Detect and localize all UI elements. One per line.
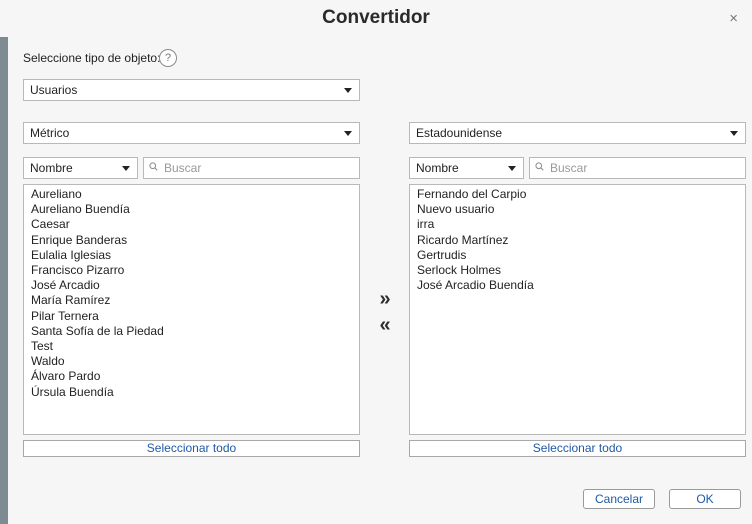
left-filter-field-select[interactable]: Nombre [23,157,138,179]
list-item[interactable]: Pilar Ternera [31,309,359,324]
list-item[interactable]: Úrsula Buendía [31,385,359,400]
chevron-down-icon [730,131,738,136]
right-filter-field-select[interactable]: Nombre [409,157,524,179]
chevron-down-icon [508,166,516,171]
object-type-select[interactable]: Usuarios [23,79,360,101]
left-unit-system-select[interactable]: Métrico [23,122,360,144]
move-left-button[interactable]: « [375,315,395,336]
list-item[interactable]: Fernando del Carpio [417,187,745,202]
help-icon[interactable]: ? [159,49,177,67]
title-bar: Convertidor × [0,0,752,37]
list-item[interactable]: Eulalia Iglesias [31,248,359,263]
list-item[interactable]: José Arcadio [31,278,359,293]
converter-dialog: Convertidor × Seleccione tipo de objeto:… [0,0,752,524]
left-search-input[interactable] [164,160,353,176]
left-user-list[interactable]: Aureliano Aureliano Buendía Caesar Enriq… [23,184,360,435]
ok-button[interactable]: OK [669,489,741,509]
list-item[interactable]: irra [417,217,745,232]
cancel-button[interactable]: Cancelar [583,489,655,509]
list-item[interactable]: Aureliano Buendía [31,202,359,217]
list-item[interactable]: Gertrudis [417,248,745,263]
right-select-all-button[interactable]: Seleccionar todo [409,440,746,457]
right-unit-system-select[interactable]: Estadounidense [409,122,746,144]
left-search-box[interactable] [143,157,360,179]
list-item[interactable]: Enrique Banderas [31,233,359,248]
left-filter-field-value: Nombre [30,161,73,175]
right-user-list[interactable]: Fernando del Carpio Nuevo usuario irra R… [409,184,746,435]
list-item[interactable]: Francisco Pizarro [31,263,359,278]
search-icon [535,162,544,171]
right-unit-system-value: Estadounidense [416,126,503,140]
object-type-label: Seleccione tipo de objeto: [23,51,161,65]
list-item[interactable]: Ricardo Martínez [417,233,745,248]
right-search-box[interactable] [529,157,746,179]
object-type-value: Usuarios [30,83,78,97]
chevron-down-icon [344,131,352,136]
left-select-all-button[interactable]: Seleccionar todo [23,440,360,457]
list-item[interactable]: Nuevo usuario [417,202,745,217]
close-icon[interactable]: × [729,11,738,26]
list-item[interactable]: Waldo [31,354,359,369]
list-item[interactable]: Serlock Holmes [417,263,745,278]
left-edge-strip [0,37,8,524]
chevron-down-icon [122,166,130,171]
right-search-input[interactable] [550,160,739,176]
list-item[interactable]: Test [31,339,359,354]
list-item[interactable]: María Ramírez [31,293,359,308]
search-icon [149,162,158,171]
chevron-down-icon [344,88,352,93]
move-right-button[interactable]: » [375,289,395,310]
dialog-title: Convertidor [322,7,430,28]
list-item[interactable]: Caesar [31,217,359,232]
left-unit-system-value: Métrico [30,126,70,140]
list-item[interactable]: José Arcadio Buendía [417,278,745,293]
list-item[interactable]: Aureliano [31,187,359,202]
list-item[interactable]: Álvaro Pardo [31,369,359,384]
list-item[interactable]: Santa Sofía de la Piedad [31,324,359,339]
right-filter-field-value: Nombre [416,161,459,175]
